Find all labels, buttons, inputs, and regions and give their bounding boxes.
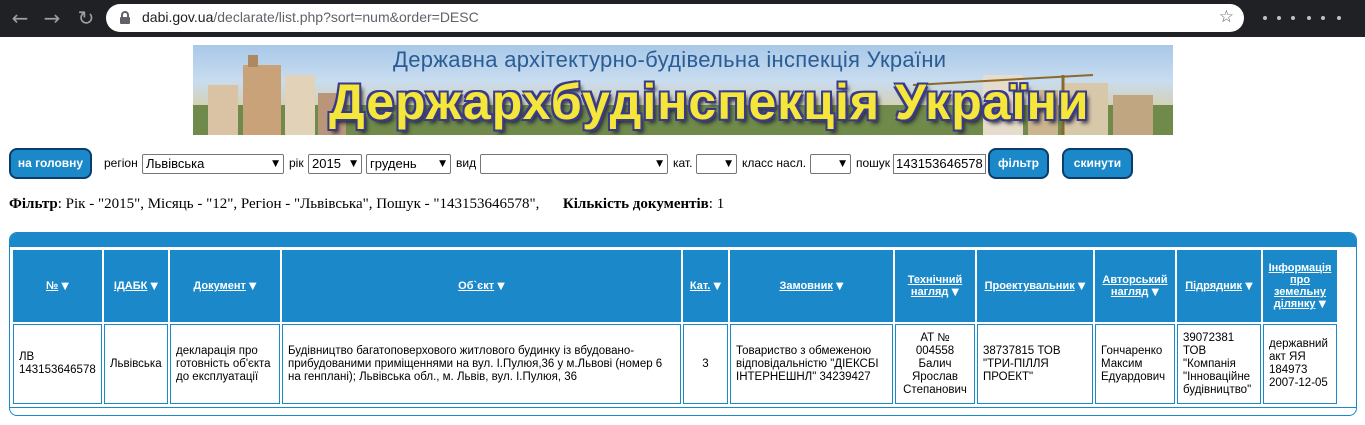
dropdown-arrow-icon: ▼: [350, 159, 357, 169]
home-button[interactable]: на головну: [9, 148, 92, 179]
kind-select[interactable]: ▼: [480, 154, 668, 174]
url-text[interactable]: dabi.gov.ua/declarate/list.php?sort=num&…: [142, 9, 479, 25]
filter-summary-label: Фільтр: [9, 196, 58, 212]
dropdown-arrow-icon: ▼: [439, 159, 446, 169]
column-header-author-supervision[interactable]: Авторський нагляд ▼: [1095, 250, 1175, 322]
cell-tech-supervision: АТ № 004558 Балич Ярослав Степанович: [895, 324, 975, 404]
sort-arrow-icon: ▼: [248, 281, 257, 292]
search-label: пошук: [856, 156, 891, 170]
column-header-idabk[interactable]: ІДАБК ▼: [104, 250, 168, 322]
region-select[interactable]: Львівська ▼: [142, 154, 284, 174]
column-header-num[interactable]: № ▼: [13, 250, 102, 322]
month-select[interactable]: грудень ▼: [366, 154, 451, 174]
sort-arrow-icon: ▼: [713, 281, 722, 292]
cell-document: декларація про готовність об'єкта до екс…: [170, 324, 280, 404]
class-label: класс насл.: [742, 156, 807, 170]
sort-arrow-icon: ▼: [61, 281, 69, 292]
column-header-designer[interactable]: Проектувальник ▼: [977, 250, 1093, 322]
sort-arrow-icon: ▼: [835, 281, 844, 292]
table-row: ЛВ 143153646578 Львівська декларація про…: [13, 324, 1337, 404]
lock-icon: [120, 11, 130, 24]
category-label: кат.: [673, 156, 693, 170]
filter-summary: Фільтр: Рік - "2015", Місяць - "12", Рег…: [9, 196, 724, 213]
column-header-tech-supervision[interactable]: Технічний нагляд ▼: [895, 250, 975, 322]
browser-toolbar: ← → ↻ dabi.gov.ua/declarate/list.php?sor…: [0, 0, 1365, 37]
region-label: регіон: [104, 156, 138, 170]
sort-arrow-icon: ▼: [150, 281, 159, 292]
forward-arrow-icon[interactable]: →: [40, 6, 64, 30]
sort-arrow-icon: ▼: [1077, 281, 1086, 292]
year-label: рік: [289, 156, 304, 170]
column-header-document[interactable]: Документ ▼: [170, 250, 280, 322]
table-header-row: № ▼ ІДАБК ▼ Документ ▼ Об`єкт ▼ Кат. ▼ Замовн…: [13, 250, 1337, 322]
cell-customer: Товариство з обмеженою відповідальністю …: [730, 324, 893, 404]
sort-arrow-icon: ▼: [951, 287, 960, 298]
year-select[interactable]: 2015 ▼: [308, 154, 362, 174]
cell-object: Будівництво багатоповерхового житлового …: [282, 324, 681, 404]
category-select[interactable]: ▼: [696, 154, 737, 174]
sort-arrow-icon: ▼: [1151, 287, 1160, 298]
banner-title: Держархбудінспекція України: [329, 74, 1090, 130]
cell-idabk: Львівська: [104, 324, 168, 404]
column-header-customer[interactable]: Замовник ▼: [730, 250, 893, 322]
search-input[interactable]: 143153646578: [893, 154, 986, 174]
filter-summary-text: : Рік - "2015", Місяць - "12", Регіон - …: [57, 196, 540, 212]
back-arrow-icon[interactable]: ←: [8, 6, 32, 30]
address-bar[interactable]: dabi.gov.ua/declarate/list.php?sort=num&…: [106, 4, 1244, 32]
cell-contractor: 39072381 ТОВ "Компанія "Інноваційне буді…: [1177, 324, 1261, 404]
bookmark-star-icon[interactable]: ☆: [1219, 7, 1234, 27]
document-count-label: Кількість документів: [562, 196, 709, 212]
class-select[interactable]: ▼: [810, 154, 851, 174]
dropdown-arrow-icon: ▼: [839, 159, 846, 169]
kind-label: вид: [456, 156, 477, 170]
dropdown-arrow-icon: ▼: [656, 159, 663, 169]
filter-button[interactable]: фільтр: [988, 148, 1049, 179]
header-banner: Державна архітектурно-будівельна інспекц…: [193, 45, 1173, 135]
cell-designer: 38737815 ТОВ "ТРИ-ПІЛЛЯ ПРОЕКТ": [977, 324, 1093, 404]
document-count-value: : 1: [708, 196, 725, 212]
sort-arrow-icon: ▼: [1318, 299, 1327, 310]
declarations-table-container: № ▼ ІДАБК ▼ Документ ▼ Об`єкт ▼ Кат. ▼ Замовн…: [9, 232, 1357, 416]
cell-num: ЛВ 143153646578: [13, 324, 102, 404]
reload-icon[interactable]: ↻: [74, 6, 98, 30]
sort-arrow-icon: ▼: [497, 281, 505, 292]
banner-subtitle: Державна архітектурно-будівельна інспекц…: [393, 47, 947, 72]
dropdown-arrow-icon: ▼: [725, 159, 732, 169]
reset-button[interactable]: скинути: [1062, 148, 1133, 179]
cell-category: 3: [683, 324, 728, 404]
declarations-table: № ▼ ІДАБК ▼ Документ ▼ Об`єкт ▼ Кат. ▼ Замовн…: [11, 248, 1339, 406]
cell-land-info: державний акт ЯЯ 184973 2007-12-05: [1263, 324, 1337, 404]
column-header-object[interactable]: Об`єкт ▼: [282, 250, 681, 322]
extensions-area: [1255, 8, 1355, 30]
column-header-category[interactable]: Кат. ▼: [683, 250, 728, 322]
column-header-land-info[interactable]: Інформація про земельну ділянку ▼: [1263, 250, 1337, 322]
cell-author-supervision: Гончаренко Максим Едуардович: [1095, 324, 1175, 404]
dropdown-arrow-icon: ▼: [272, 159, 279, 169]
sort-arrow-icon: ▼: [1245, 281, 1253, 292]
column-header-contractor[interactable]: Підрядник ▼: [1177, 250, 1261, 322]
